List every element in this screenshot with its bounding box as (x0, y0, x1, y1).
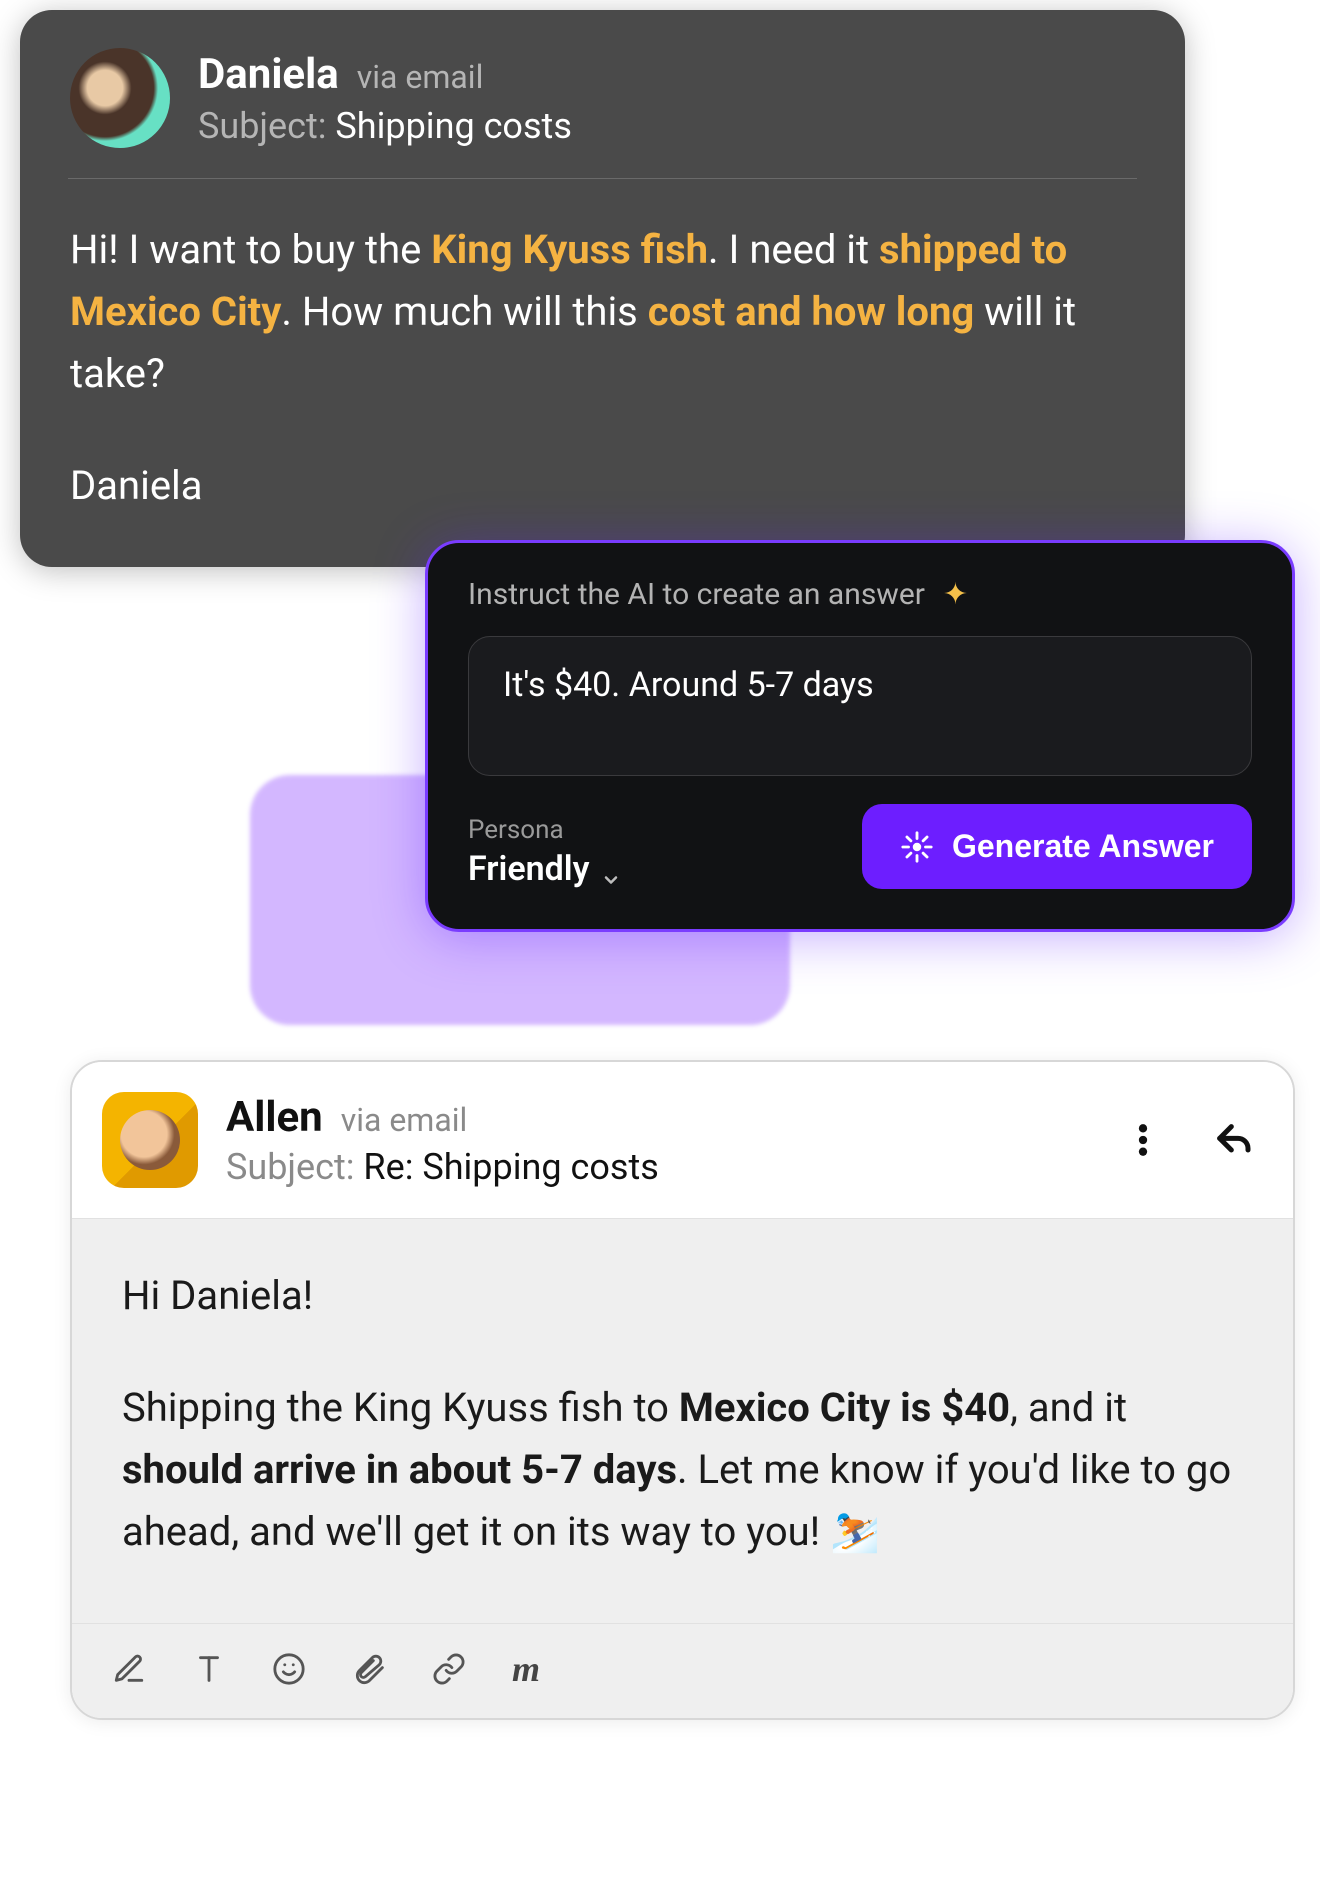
attachment-icon[interactable] (352, 1652, 386, 1686)
reply-greeting: Hi Daniela! (122, 1265, 1243, 1327)
persona-value: Friendly (468, 849, 589, 889)
reply-header-text-block: Allen via email Subject: Re: Shipping co… (226, 1093, 659, 1188)
body-text: . How much will this (281, 288, 647, 335)
incoming-email-card: Daniela via email Subject: Shipping cost… (20, 10, 1185, 567)
email-signature: Daniela (70, 455, 1135, 517)
generate-answer-button[interactable]: Generate Answer (862, 804, 1252, 889)
reply-emoji: ⛷️ (830, 1508, 880, 1555)
sparkle-icon: ✦ (943, 577, 968, 612)
body-text: . I need it (708, 226, 879, 273)
ai-instruct-label-row: Instruct the AI to create an answer ✦ (468, 577, 1252, 612)
highlight-question: cost and how long (648, 288, 974, 335)
persona-label: Persona (468, 815, 621, 845)
reply-bold-price: Mexico City is $40 (679, 1384, 1010, 1431)
reply-via-label: via email (341, 1101, 468, 1139)
generate-answer-label: Generate Answer (952, 828, 1214, 865)
reply-subject-value: Re: Shipping costs (363, 1146, 658, 1188)
reply-subject-label: Subject: (226, 1146, 354, 1188)
chevron-down-icon (601, 859, 621, 879)
compose-icon[interactable] (112, 1652, 146, 1686)
body-text: Hi! I want to buy the (70, 226, 431, 273)
persona-selector[interactable]: Persona Friendly (468, 815, 621, 889)
link-icon[interactable] (432, 1652, 466, 1686)
ai-instruction-input[interactable]: It's $40. Around 5-7 days (468, 636, 1252, 776)
reply-icon[interactable] (1213, 1120, 1253, 1160)
reply-email-header: Allen via email Subject: Re: Shipping co… (72, 1062, 1293, 1218)
sender-via-label: via email (357, 58, 484, 96)
sender-avatar (70, 48, 170, 148)
sender-name: Daniela (198, 50, 339, 99)
reply-email-card: Allen via email Subject: Re: Shipping co… (70, 1060, 1295, 1720)
ai-instruct-panel: Instruct the AI to create an answer ✦ It… (425, 540, 1295, 932)
macro-icon[interactable]: m (512, 1648, 540, 1690)
text-tool-icon[interactable] (192, 1652, 226, 1686)
ai-instruct-label: Instruct the AI to create an answer (468, 577, 925, 612)
header-text-block: Daniela via email Subject: Shipping cost… (198, 50, 572, 147)
compose-toolbar: m (72, 1623, 1293, 1718)
reply-bold-eta: should arrive in about 5-7 days (122, 1446, 677, 1493)
subject-value: Shipping costs (335, 105, 571, 147)
subject-label: Subject: (198, 105, 326, 147)
reply-text: Shipping the King Kyuss fish to (122, 1384, 679, 1431)
reply-body[interactable]: Hi Daniela! Shipping the King Kyuss fish… (72, 1218, 1293, 1623)
header-divider (68, 178, 1137, 179)
reply-text: , and it (1010, 1384, 1127, 1431)
more-options-icon[interactable] (1123, 1120, 1163, 1160)
emoji-icon[interactable] (272, 1652, 306, 1686)
ai-instruction-value: It's $40. Around 5-7 days (503, 665, 874, 705)
burst-icon (900, 830, 934, 864)
incoming-email-header: Daniela via email Subject: Shipping cost… (70, 48, 1135, 178)
reply-sender-name: Allen (226, 1093, 323, 1142)
reply-paragraph: Shipping the King Kyuss fish to Mexico C… (122, 1377, 1243, 1563)
email-body: Hi! I want to buy the King Kyuss fish. I… (70, 219, 1135, 517)
reply-sender-avatar (102, 1092, 198, 1188)
highlight-product: King Kyuss fish (431, 226, 708, 273)
